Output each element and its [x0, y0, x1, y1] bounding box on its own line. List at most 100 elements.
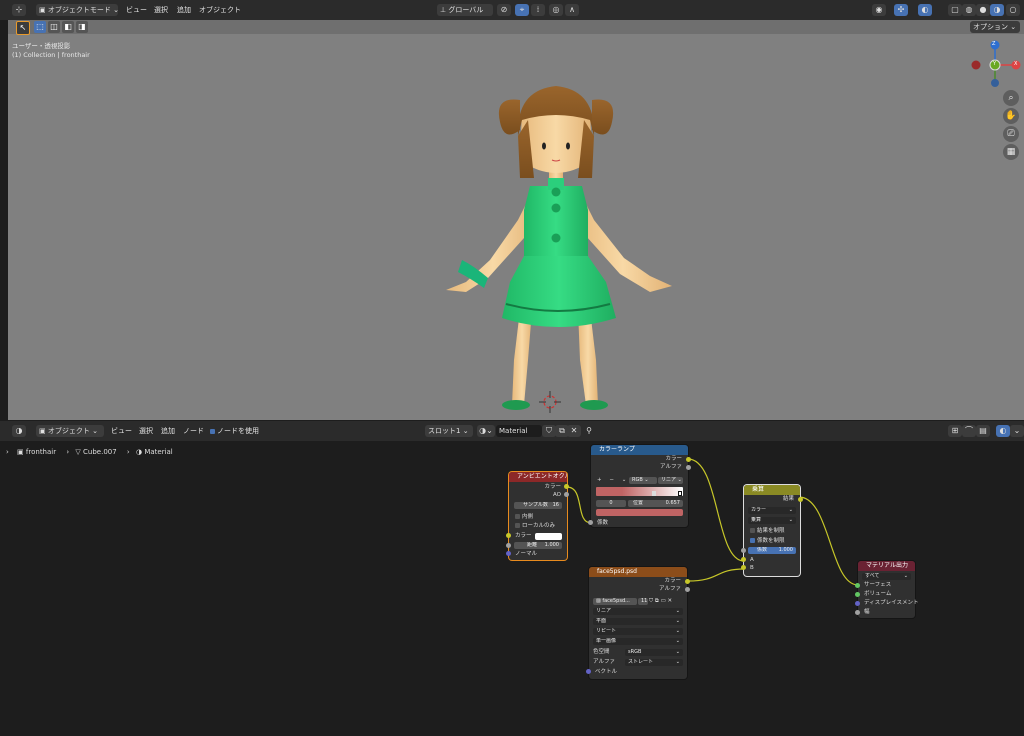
ramp-in-fac: 係数: [597, 520, 609, 526]
ao-color-out-socket[interactable]: [564, 484, 569, 489]
mix-blend-label: 乗算: [751, 517, 762, 523]
ao-color-in-socket[interactable]: [506, 533, 511, 538]
ao-inside-label: 内側: [522, 514, 534, 520]
tex-duplicate-icon[interactable]: ⧉: [655, 598, 659, 604]
mix-factor-label: 係数: [757, 547, 768, 553]
output-volume: ボリューム: [864, 591, 892, 597]
ramp-position-value: 0.657: [665, 500, 680, 506]
mix-result-out-socket[interactable]: [798, 497, 803, 502]
material-output-header[interactable]: マテリアル出力: [858, 561, 915, 571]
output-volume-socket[interactable]: [855, 592, 860, 597]
output-displacement-socket[interactable]: [855, 601, 860, 606]
material-output-node[interactable]: マテリアル出力 すべて ⌄ サーフェス ボリューム ディスプレイスメント 幅: [855, 561, 918, 618]
mix-factor-field[interactable]: 係数 1.000: [748, 547, 796, 554]
ao-inside-checkbox[interactable]: [515, 514, 520, 519]
ramp-stop-color-swatch[interactable]: [596, 509, 683, 516]
tex-colorspace-value: sRGB: [628, 649, 642, 655]
tex-unlink-icon[interactable]: ✕: [668, 598, 673, 604]
ramp-interpolation-dropdown[interactable]: リニア ⌄: [658, 477, 683, 484]
mix-clamp-result-checkbox[interactable]: [750, 528, 755, 533]
tex-fake-user-icon[interactable]: ⛉: [649, 598, 653, 604]
ao-distance-label: 距離: [527, 542, 538, 548]
tex-interpolation-label: リニア: [596, 608, 612, 614]
mix-factor-value: 1.000: [778, 547, 793, 553]
ao-distance-value: 1.000: [544, 542, 559, 548]
mix-data-type-dropdown[interactable]: カラー ⌄: [748, 507, 796, 514]
ao-samples-value: 16: [552, 502, 559, 508]
output-target-dropdown[interactable]: すべて ⌄: [862, 573, 911, 580]
ramp-position-field[interactable]: 位置 0.657: [628, 500, 683, 507]
tex-color-out-socket[interactable]: [685, 579, 690, 584]
tex-image-name: face5psd...: [602, 598, 630, 604]
ao-ao-out-socket[interactable]: [564, 492, 569, 497]
ramp-color-mode-label: RGB: [632, 477, 643, 483]
output-target-label: すべて: [865, 573, 880, 579]
tex-extension-dropdown[interactable]: リピート ⌄: [593, 628, 683, 635]
output-thickness-socket[interactable]: [855, 610, 860, 615]
ramp-remove-button[interactable]: −: [609, 477, 614, 483]
mix-clamp-result-toggle[interactable]: 結果を制限: [744, 527, 800, 535]
tex-source-label: 単一画像: [596, 638, 617, 644]
mix-clamp-factor-toggle[interactable]: 係数を制限: [744, 537, 800, 545]
ramp-alpha-out-socket[interactable]: [686, 465, 691, 470]
ao-color-swatch[interactable]: [535, 533, 562, 540]
ao-normal-in-socket[interactable]: [506, 551, 511, 556]
ao-inside-toggle[interactable]: 内側: [509, 513, 567, 521]
ramp-out-color: カラー: [665, 456, 682, 462]
ao-local-label: ローカルのみ: [522, 523, 556, 529]
ramp-color-mode-dropdown[interactable]: RGB ⌄: [629, 477, 657, 484]
output-surface-socket[interactable]: [855, 583, 860, 588]
ramp-gradient-bar[interactable]: [596, 487, 683, 496]
node-links: [566, 458, 859, 586]
ramp-add-button[interactable]: +: [597, 477, 602, 483]
mix-b-in-socket[interactable]: [741, 565, 746, 570]
ramp-color-out-socket[interactable]: [686, 457, 691, 462]
ao-samples-field[interactable]: サンプル数 16: [514, 502, 562, 509]
image-texture-node[interactable]: face5psd.psd カラー アルファ ▨ face5psd... 11 ⛉…: [586, 567, 690, 679]
mix-data-type-label: カラー: [751, 507, 767, 513]
ramp-index-field[interactable]: 0: [596, 500, 626, 507]
mix-clamp-factor-label: 係数を制限: [757, 538, 785, 544]
ramp-fac-in-socket[interactable]: [588, 520, 593, 525]
color-ramp-header[interactable]: カラーランプ: [591, 445, 688, 455]
ramp-out-alpha: アルファ: [660, 464, 682, 470]
ao-distance-in-socket[interactable]: [506, 543, 511, 548]
mix-blend-dropdown[interactable]: 乗算 ⌄: [748, 517, 796, 524]
mix-node-header[interactable]: 乗算: [744, 485, 800, 495]
tex-alpha-label: アルファ: [593, 659, 615, 665]
ao-in-color-label: カラー: [515, 533, 532, 539]
output-thickness: 幅: [864, 609, 870, 615]
tex-source-dropdown[interactable]: 単一画像 ⌄: [593, 638, 683, 645]
tex-out-color: カラー: [664, 578, 681, 584]
ao-normal-row: ノーマル: [515, 551, 538, 557]
tex-extension-label: リピート: [596, 628, 617, 634]
tex-alpha-dropdown[interactable]: ストレート ⌄: [625, 659, 683, 666]
mix-factor-in-socket[interactable]: [741, 548, 746, 553]
ao-local-checkbox[interactable]: [515, 523, 520, 528]
color-ramp-node[interactable]: カラーランプ カラー アルファ + − ⌄ RGB ⌄ リニア ⌄ 0 位置 0.…: [588, 445, 691, 527]
mix-node[interactable]: 乗算 結果 カラー ⌄ 乗算 ⌄ 結果を制限 係数を制限 係数 1.000 A B: [741, 485, 803, 576]
mix-in-b: B: [750, 565, 754, 571]
tex-vector-in-socket[interactable]: [586, 669, 591, 674]
tex-alpha-out-socket[interactable]: [685, 587, 690, 592]
ao-local-toggle[interactable]: ローカルのみ: [509, 522, 567, 530]
ramp-interpolation-label: リニア: [661, 477, 677, 483]
ao-node-header[interactable]: アンビエントオクル...: [509, 472, 567, 482]
tex-out-alpha: アルファ: [659, 586, 681, 592]
image-texture-header[interactable]: face5psd.psd: [589, 567, 687, 577]
mix-clamp-factor-checkbox[interactable]: [750, 538, 755, 543]
tex-colorspace-dropdown[interactable]: sRGB ⌄: [625, 649, 683, 656]
ramp-menu-icon[interactable]: ⌄: [622, 477, 627, 483]
ao-node[interactable]: アンビエントオクル... カラー AO サンプル数 16 内側 ローカルのみ カラ…: [506, 472, 569, 560]
tex-interpolation-dropdown[interactable]: リニア ⌄: [593, 608, 683, 615]
ramp-stop-handle[interactable]: [652, 491, 656, 496]
ao-distance-field[interactable]: 距離 1.000: [514, 542, 562, 549]
tex-open-folder-icon[interactable]: ▭: [661, 598, 666, 604]
tex-image-tools: ⛉ ⧉ ▭ ✕: [649, 598, 672, 605]
tex-image-field[interactable]: ▨ face5psd...: [593, 598, 637, 605]
output-surface: サーフェス: [864, 582, 892, 588]
tex-projection-dropdown[interactable]: 平面 ⌄: [593, 618, 683, 625]
mix-a-in-socket[interactable]: [741, 557, 746, 562]
ao-out-color: カラー: [544, 484, 561, 490]
ramp-stop-handle-2[interactable]: [678, 491, 682, 496]
